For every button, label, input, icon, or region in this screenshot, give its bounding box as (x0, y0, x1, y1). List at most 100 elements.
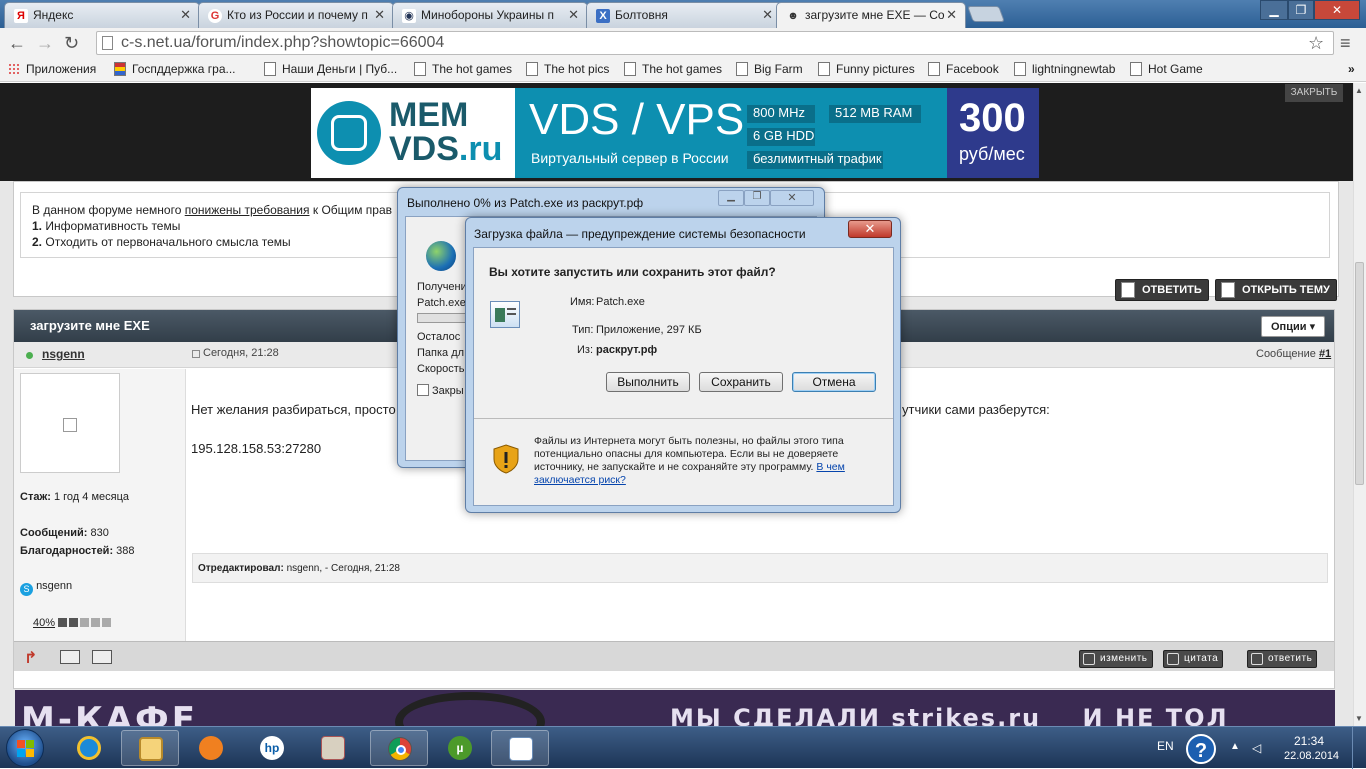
scrollbar-thumb[interactable] (1355, 262, 1364, 485)
post-permalink[interactable]: #1 (1319, 348, 1331, 360)
page-icon (264, 62, 276, 76)
bookmark-item[interactable]: Hot Game (1130, 62, 1203, 76)
report-icon[interactable] (60, 650, 80, 664)
minimize-button[interactable]: ▁ (718, 190, 744, 206)
back-icon[interactable]: ← (8, 33, 26, 53)
run-button[interactable]: Выполнить (606, 372, 690, 392)
tab-minoborony[interactable]: ◉ Минобороны Украины п ✕ (392, 2, 588, 28)
minimize-button[interactable]: ▁ (1260, 0, 1288, 20)
close-on-complete-checkbox[interactable]: Закры (417, 384, 464, 397)
edit-post-button[interactable]: изменить (1079, 650, 1153, 668)
bookmark-item[interactable]: The hot games (414, 62, 512, 76)
clock[interactable]: 21:34 22.08.2014 (1284, 734, 1340, 762)
maximize-button[interactable]: ❐ (744, 190, 770, 206)
new-tab-button[interactable] (967, 6, 1005, 22)
print-icon[interactable] (92, 650, 112, 664)
tab-news[interactable]: G Кто из России и почему п ✕ (198, 2, 394, 28)
close-icon[interactable]: ✕ (762, 7, 773, 23)
name-label: Имя: (570, 296, 595, 308)
more-bookmarks-icon[interactable]: » (1348, 62, 1355, 76)
bottom-ad-left: М-КАФЕ (21, 700, 198, 726)
user-skype[interactable]: S nsgenn (20, 580, 72, 596)
taskbar-explorer[interactable] (121, 730, 179, 766)
close-icon[interactable]: ✕ (180, 7, 191, 23)
back-to-top-icon[interactable]: ↱ (24, 648, 37, 668)
new-topic-button[interactable]: ОТКРЫТЬ ТЕМУ (1215, 279, 1337, 301)
taskbar-media-player[interactable] (182, 730, 240, 766)
security-dialog-body: Вы хотите запустить или сохранить этот ф… (473, 247, 894, 506)
start-button[interactable] (6, 729, 44, 767)
ad-spec: 800 MHz (747, 105, 815, 123)
brain-icon (317, 101, 381, 165)
divider (474, 418, 893, 419)
risk-link[interactable]: В чем (816, 461, 844, 473)
ad-logo-line1: MEM (389, 96, 469, 134)
site-icon: G (208, 9, 222, 23)
tab-boltovnya[interactable]: Х Болтовня ✕ (586, 2, 782, 28)
reload-icon[interactable]: ↻ (64, 33, 79, 53)
tab-title: Яндекс (33, 8, 74, 22)
address-bar[interactable]: c-s.net.ua/forum/index.php?showtopic=660… (96, 31, 1334, 55)
close-icon[interactable]: ✕ (374, 7, 385, 23)
taskbar-chrome[interactable] (370, 730, 428, 766)
bookmark-item[interactable]: Госпддержка гра... (114, 62, 236, 76)
taskbar-ie[interactable] (60, 730, 118, 766)
reply-icon (1251, 653, 1263, 665)
reputation-square (58, 618, 68, 627)
rules-link[interactable]: понижены требования (185, 203, 310, 217)
from-value: раскрут.рф (596, 344, 658, 356)
close-button[interactable]: ✕ (848, 220, 892, 238)
scroll-down-icon[interactable]: ▼ (1355, 714, 1363, 723)
taskbar-download-window[interactable] (491, 730, 549, 766)
rules-item: 1. Информативность темы (32, 219, 181, 233)
bookmark-item[interactable]: The hot pics (526, 62, 609, 76)
forward-icon[interactable]: → (36, 33, 54, 53)
bookmark-item[interactable]: lightningnewtab (1014, 62, 1115, 76)
language-indicator[interactable]: EN (1157, 739, 1174, 753)
tray-expand-icon[interactable]: ▲ (1230, 741, 1240, 752)
menu-icon[interactable]: ≡ (1340, 33, 1351, 53)
avatar[interactable] (20, 373, 120, 473)
save-button[interactable]: Сохранить (699, 372, 783, 392)
show-desktop-button[interactable] (1352, 727, 1366, 769)
help-icon[interactable]: ? (1186, 734, 1216, 764)
ad-banner[interactable]: MEM VDS.ru VDS / VPS Виртуальный сервер … (311, 88, 1039, 178)
hide-ad-button[interactable]: ЗАКРЫТЬ (1285, 84, 1343, 102)
bookmark-apps[interactable]: Приложения (8, 62, 96, 76)
maximize-button[interactable]: ❐ (1288, 0, 1314, 20)
taskbar-utorrent[interactable]: µ (431, 730, 489, 766)
ad-area: MEM VDS.ru VDS / VPS Виртуальный сервер … (0, 83, 1353, 181)
chrome-icon (388, 737, 412, 761)
taskbar-hp[interactable]: hp (243, 730, 301, 766)
taskbar-app[interactable] (304, 730, 362, 766)
close-button[interactable]: ✕ (770, 190, 814, 206)
scroll-up-icon[interactable]: ▲ (1355, 86, 1363, 95)
bookmark-item[interactable]: Facebook (928, 62, 999, 76)
yandex-icon: Я (14, 9, 28, 23)
clock-date: 22.08.2014 (1284, 750, 1340, 762)
close-icon[interactable]: ✕ (946, 7, 957, 23)
bookmark-item[interactable]: Big Farm (736, 62, 803, 76)
tab-yandex[interactable]: Я Яндекс ✕ (4, 2, 200, 28)
bottom-ad-banner[interactable]: М-КАФЕ МЫ СДЕЛАЛИ strikes.ru И НЕ ТОЛ (15, 690, 1335, 726)
window-close-button[interactable]: ✕ (1314, 0, 1360, 20)
options-button[interactable]: Опции ▾ (1261, 316, 1325, 337)
bookmark-item[interactable]: Наши Деньги | Пуб... (264, 62, 397, 76)
bookmark-item[interactable]: Funny pictures (818, 62, 915, 76)
post-date: Сегодня, 21:28 (203, 347, 279, 359)
tab-active-topic[interactable]: ☻ загрузите мне EXE — Co ✕ (776, 2, 966, 28)
risk-link-cont[interactable]: заключается риск? (534, 474, 626, 486)
page-icon (526, 62, 538, 76)
cancel-button[interactable]: Отмена (792, 372, 876, 392)
post-author[interactable]: nsgenn (42, 347, 85, 361)
media-player-icon (199, 736, 223, 760)
close-icon[interactable]: ✕ (568, 7, 579, 23)
quote-button[interactable]: цитата (1163, 650, 1224, 668)
reputation: 40% (33, 617, 113, 629)
bookmark-star-icon[interactable]: ☆ (1308, 33, 1324, 54)
tab-title: Болтовня (615, 8, 668, 22)
reply-button[interactable]: ОТВЕТИТЬ (1115, 279, 1209, 301)
reply-post-button[interactable]: ответить (1247, 650, 1318, 668)
volume-icon[interactable]: ◁ (1252, 741, 1261, 755)
bookmark-item[interactable]: The hot games (624, 62, 722, 76)
